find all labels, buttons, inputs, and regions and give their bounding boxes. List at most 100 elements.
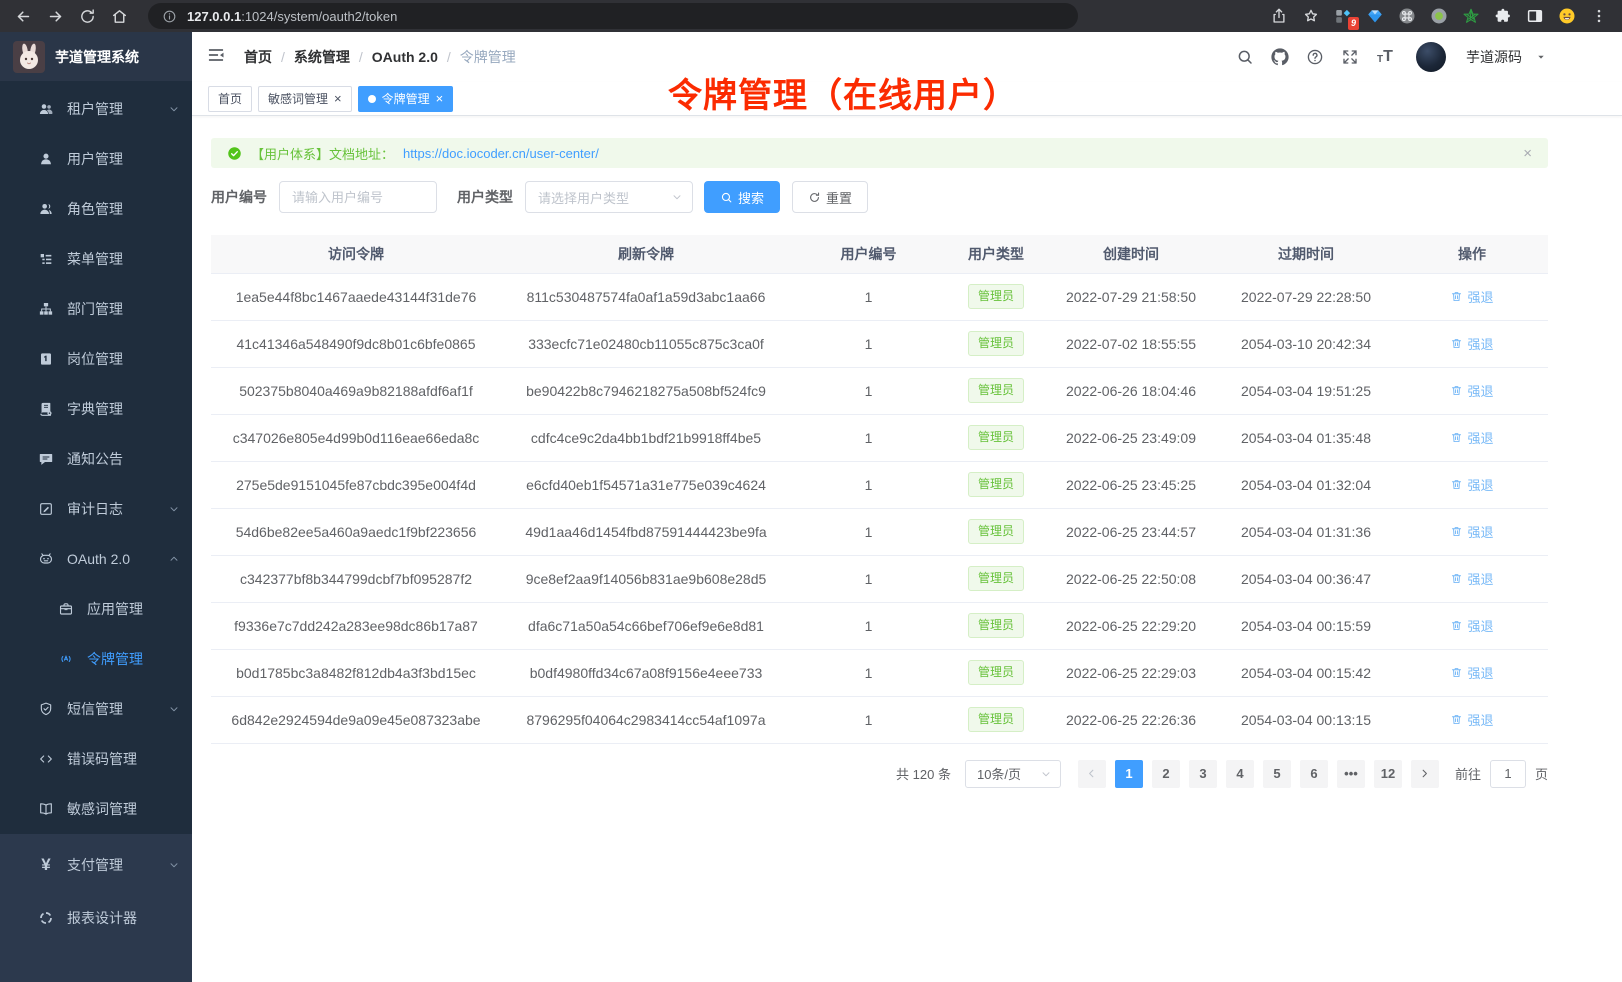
sidebar-ext-icon[interactable] (1522, 3, 1548, 29)
sidebar-item[interactable]: 应用管理 (0, 584, 192, 634)
sidebar-item[interactable]: 字典管理 (0, 384, 192, 434)
chevron-down-icon (168, 703, 180, 715)
profile-avatar-icon[interactable] (1554, 3, 1580, 29)
force-logout-button[interactable]: 强退 (1450, 522, 1493, 541)
sidebar: 芋道管理系统 租户管理 用户管理 角色管理 (0, 32, 192, 982)
force-logout-button[interactable]: 强退 (1450, 710, 1493, 729)
search-button[interactable]: 搜索 (704, 181, 780, 213)
caret-down-icon[interactable] (1536, 52, 1546, 62)
force-logout-button[interactable]: 强退 (1450, 663, 1493, 682)
green-star-ext-icon[interactable] (1458, 3, 1484, 29)
trash-icon (1450, 619, 1463, 632)
sidebar-item-label: 敏感词管理 (67, 799, 180, 819)
home-icon[interactable] (106, 3, 132, 29)
sidebar-item[interactable]: 租户管理 (0, 84, 192, 134)
force-logout-button[interactable]: 强退 (1450, 475, 1493, 494)
rabbit-logo-icon (13, 41, 45, 73)
breadcrumb-item[interactable]: OAuth 2.0 (372, 49, 438, 65)
page-button[interactable]: 2 (1152, 760, 1180, 788)
sidebar-item[interactable]: 角色管理 (0, 184, 192, 234)
force-logout-button[interactable]: 强退 (1450, 428, 1493, 447)
tab[interactable]: 首页 (208, 86, 252, 112)
tab[interactable]: 令牌管理 × (358, 86, 454, 112)
record-ext-icon[interactable] (1426, 3, 1452, 29)
page-button[interactable]: 1 (1115, 760, 1143, 788)
forward-icon[interactable] (42, 3, 68, 29)
org-icon (38, 301, 54, 317)
sidebar-item[interactable]: 菜单管理 (0, 234, 192, 284)
puzzle-ext-icon[interactable] (1490, 3, 1516, 29)
close-icon[interactable]: × (334, 92, 342, 105)
username[interactable]: 芋道源码 (1466, 47, 1522, 67)
fullscreen-icon[interactable] (1338, 45, 1362, 69)
user-type-select[interactable]: 请选择用户类型 (525, 181, 693, 213)
user-id-input[interactable] (279, 181, 437, 213)
force-logout-button[interactable]: 强退 (1450, 569, 1493, 588)
search-icon[interactable] (1233, 45, 1257, 69)
table-row: 1ea5e44f8bc1467aaede43144f31de76 811c530… (211, 273, 1548, 320)
alert-close-icon[interactable]: × (1523, 146, 1532, 161)
cell-refresh-token: 811c530487574fa0af1a59d3abc1aa66 (501, 273, 791, 320)
breadcrumb-item[interactable]: 系统管理 (294, 47, 350, 67)
tab[interactable]: 敏感词管理 × (258, 86, 352, 112)
force-logout-button[interactable]: 强退 (1450, 287, 1493, 306)
kebab-menu-icon[interactable] (1586, 3, 1612, 29)
page-button[interactable]: 4 (1226, 760, 1254, 788)
sidebar-item[interactable]: 报表设计器 (0, 891, 192, 944)
next-page-button[interactable] (1411, 760, 1439, 788)
reset-button[interactable]: 重置 (792, 181, 868, 213)
sidebar-item[interactable]: ¥ 支付管理 (0, 838, 192, 891)
sidebar-item[interactable]: OAuth 2.0 (0, 534, 192, 584)
menu-fold-icon[interactable] (206, 45, 230, 69)
user-type-badge: 管理员 (968, 378, 1024, 403)
breadcrumb-item[interactable]: 令牌管理 (460, 47, 516, 67)
sidebar-item[interactable]: 短信管理 (0, 684, 192, 734)
sidebar-item[interactable]: 部门管理 (0, 284, 192, 334)
fontsize-icon[interactable]: TT (1373, 45, 1397, 69)
page-size-select[interactable]: 10条/页 (965, 760, 1061, 788)
page-button[interactable]: ••• (1337, 760, 1365, 788)
info-icon[interactable] (160, 7, 178, 25)
alert-link[interactable]: https://doc.iocoder.cn/user-center/ (403, 146, 599, 161)
page-button[interactable]: 6 (1300, 760, 1328, 788)
tasks-extension-button[interactable]: 9 (1330, 3, 1356, 29)
cell-user-type: 管理员 (946, 508, 1046, 555)
sidebar-item[interactable]: 错误码管理 (0, 734, 192, 784)
prev-page-button[interactable] (1078, 760, 1106, 788)
gem-ext-icon[interactable] (1362, 3, 1388, 29)
sidebar-item[interactable]: 令牌管理 (0, 634, 192, 684)
app-logo[interactable]: 芋道管理系统 (0, 32, 192, 81)
page-button[interactable]: 3 (1189, 760, 1217, 788)
sidebar-item[interactable]: 审计日志 (0, 484, 192, 534)
address-bar[interactable]: 127.0.0.1:1024/system/oauth2/token (148, 3, 1078, 29)
goto-page-input[interactable] (1490, 760, 1526, 788)
sidebar-item[interactable]: 用户管理 (0, 134, 192, 184)
user-avatar[interactable] (1416, 42, 1446, 72)
page-button[interactable]: 12 (1374, 760, 1402, 788)
bookmark-star-icon[interactable] (1298, 3, 1324, 29)
chevron-down-icon (168, 503, 180, 515)
page-button[interactable]: 5 (1263, 760, 1291, 788)
force-logout-button[interactable]: 强退 (1450, 334, 1493, 353)
close-icon[interactable]: × (436, 92, 444, 105)
cell-refresh-token: dfa6c71a50a54c66bef706ef9e6e8d81 (501, 602, 791, 649)
help-icon[interactable] (1303, 45, 1327, 69)
command-ext-icon[interactable] (1394, 3, 1420, 29)
main-area: / 首页 / 系统管理 / OAuth 2.0 / (192, 32, 1622, 982)
share-icon[interactable] (1266, 3, 1292, 29)
cell-refresh-token: cdfc4ce9c2da4bb1bdf21b9918ff4be5 (501, 414, 791, 461)
table-row: c347026e805e4d99b0d116eae66eda8c cdfc4ce… (211, 414, 1548, 461)
force-logout-button[interactable]: 强退 (1450, 381, 1493, 400)
back-icon[interactable] (10, 3, 36, 29)
sidebar-item[interactable]: 岗位管理 (0, 334, 192, 384)
reload-icon[interactable] (74, 3, 100, 29)
force-logout-button[interactable]: 强退 (1450, 616, 1493, 635)
app-window: 芋道管理系统 租户管理 用户管理 角色管理 (0, 32, 1622, 982)
cell-expire-time: 2054-03-04 00:15:42 (1216, 649, 1396, 696)
cell-created-time: 2022-07-29 21:58:50 (1046, 273, 1216, 320)
sidebar-item[interactable]: 敏感词管理 (0, 784, 192, 834)
sidebar-item[interactable]: 通知公告 (0, 434, 192, 484)
github-icon[interactable] (1268, 45, 1292, 69)
breadcrumb-item[interactable]: 首页 (244, 47, 272, 67)
user-type-badge: 管理员 (968, 284, 1024, 309)
